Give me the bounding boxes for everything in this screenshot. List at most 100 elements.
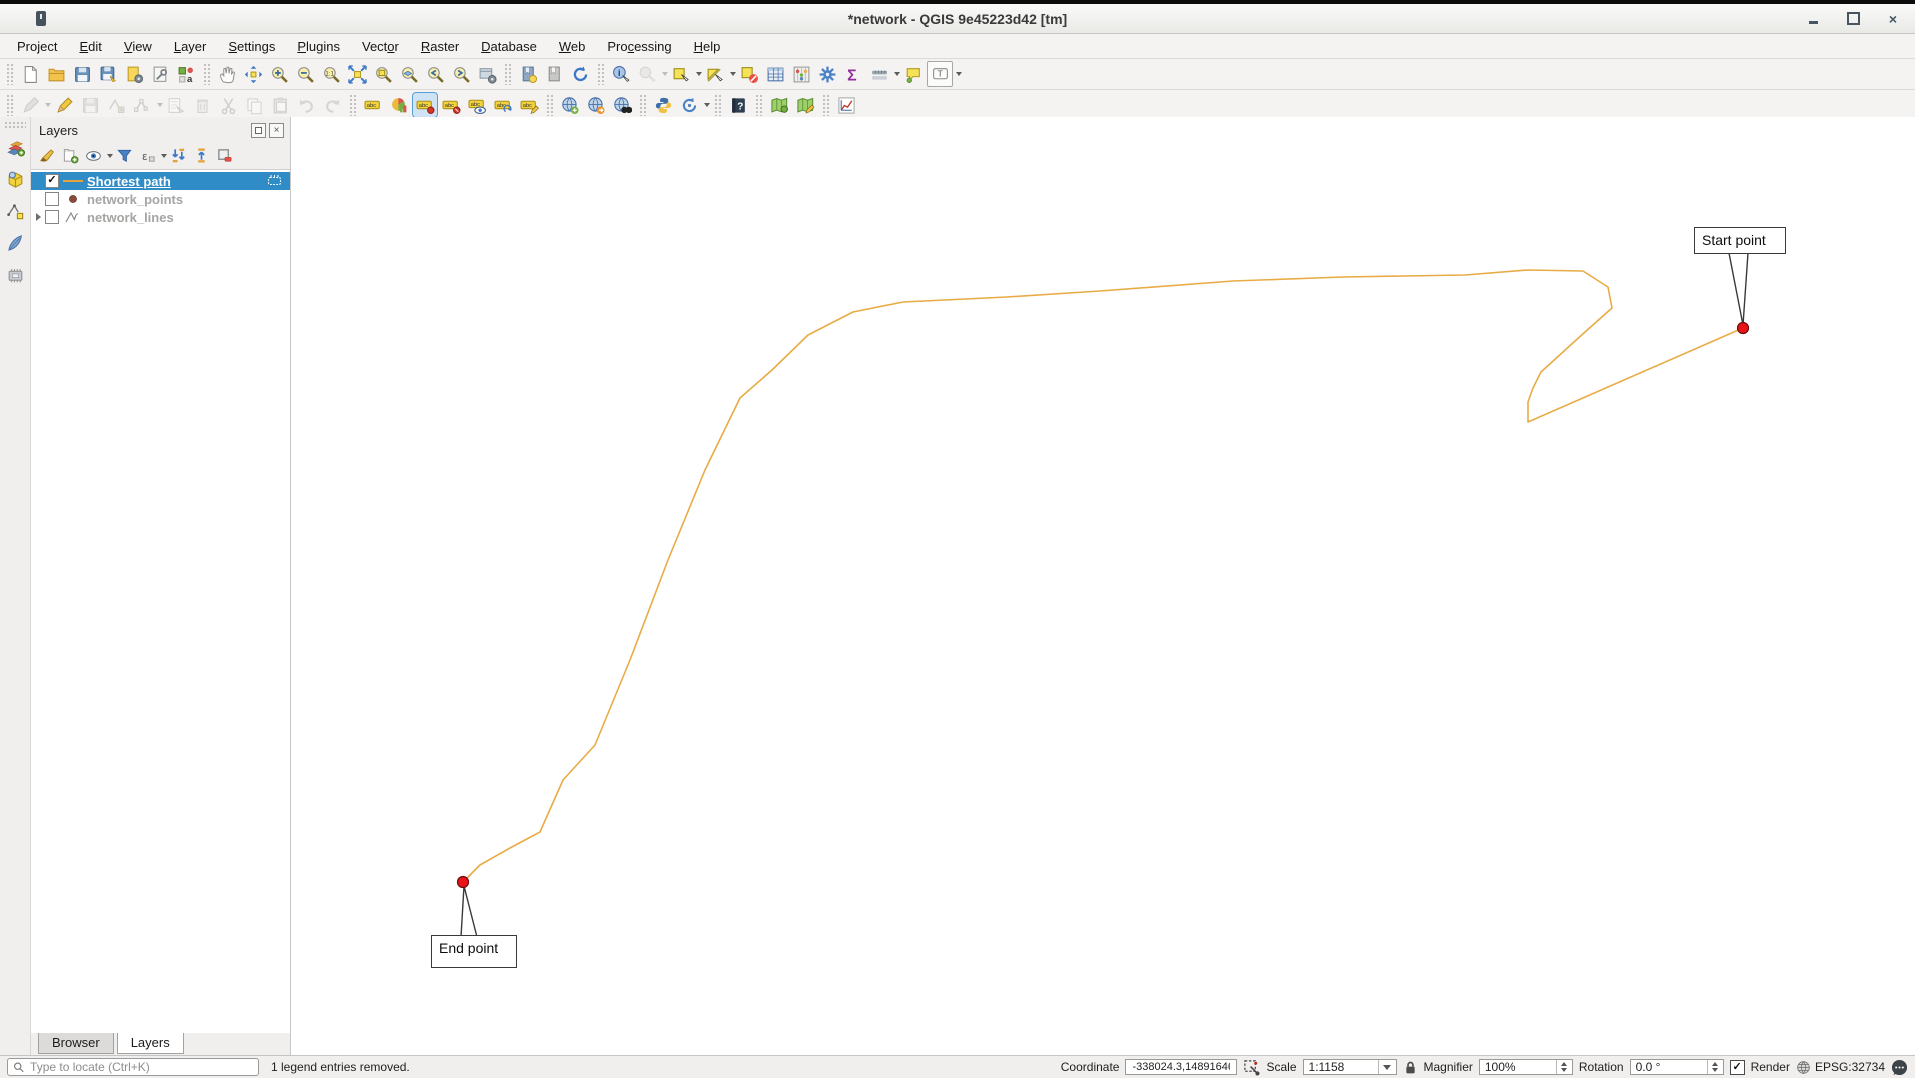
scale-dropdown-arrow[interactable] xyxy=(1378,1060,1396,1074)
layer-row-network-lines[interactable]: network_lines xyxy=(31,208,290,226)
plugin-map-edit-button[interactable] xyxy=(793,93,817,117)
open-layer-styling-button[interactable] xyxy=(36,144,59,167)
select-features-button[interactable] xyxy=(669,62,693,86)
vertex-tool-button[interactable] xyxy=(130,93,154,117)
select-by-expression-button-dropdown[interactable] xyxy=(730,72,736,76)
locate-input[interactable] xyxy=(28,1059,253,1075)
crs-text[interactable]: EPSG:32734 xyxy=(1815,1060,1885,1074)
new-project-button[interactable] xyxy=(18,62,42,86)
metasearch-button[interactable] xyxy=(610,93,634,117)
minimize-button[interactable] xyxy=(1805,11,1821,27)
run-feature-action-button-dropdown[interactable] xyxy=(662,72,668,76)
coordinate-box[interactable] xyxy=(1125,1059,1237,1075)
lock-icon[interactable] xyxy=(1403,1060,1418,1075)
render-checkbox[interactable]: ✓ xyxy=(1730,1060,1745,1075)
modify-attributes-button[interactable] xyxy=(164,93,188,117)
layer-visibility-checkbox[interactable] xyxy=(45,210,59,224)
manage-map-themes-button[interactable] xyxy=(82,144,105,167)
pin-labels-button[interactable]: abc xyxy=(413,93,437,117)
collapse-all-button[interactable] xyxy=(190,144,213,167)
menu-plugins[interactable]: Plugins xyxy=(286,36,351,57)
highlight-pinned-labels-button[interactable]: abc xyxy=(439,93,463,117)
options-button[interactable] xyxy=(815,62,839,86)
cut-features-button[interactable] xyxy=(216,93,240,117)
measure-button-dropdown[interactable] xyxy=(894,72,900,76)
identify-features-button[interactable]: i xyxy=(609,62,633,86)
menu-edit[interactable]: Edit xyxy=(68,36,112,57)
panel-tab-layers[interactable]: Layers xyxy=(117,1033,184,1054)
close-button[interactable]: × xyxy=(1885,11,1901,27)
new-temporary-scratch-layer-button[interactable] xyxy=(3,231,27,255)
layer-visibility-checkbox[interactable]: ✓ xyxy=(45,174,59,188)
remove-layer-button[interactable] xyxy=(213,144,236,167)
text-annotation-button[interactable]: T xyxy=(927,61,953,87)
add-geopackage-layer-button[interactable] xyxy=(3,167,27,191)
magnifier-spin-arrows[interactable] xyxy=(1556,1060,1572,1074)
select-features-button-dropdown[interactable] xyxy=(696,72,702,76)
expand-all-button[interactable] xyxy=(167,144,190,167)
layout-manager-button[interactable] xyxy=(122,62,146,86)
field-calculator-button[interactable] xyxy=(789,62,813,86)
new-bookmark-button[interactable] xyxy=(516,62,540,86)
menu-layer[interactable]: Layer xyxy=(163,36,218,57)
digitize-with-segment-button[interactable] xyxy=(104,93,128,117)
add-wms-service-button[interactable] xyxy=(584,93,608,117)
text-annotation-button-dropdown[interactable] xyxy=(956,72,962,76)
panel-tab-browser[interactable]: Browser xyxy=(38,1033,114,1054)
current-edits-button[interactable] xyxy=(18,93,42,117)
attribute-table-button[interactable] xyxy=(763,62,787,86)
redo-button[interactable] xyxy=(320,93,344,117)
zoom-to-selection-button[interactable] xyxy=(371,62,395,86)
profile-tool-button[interactable] xyxy=(834,93,858,117)
zoom-out-button[interactable] xyxy=(293,62,317,86)
rotation-spinbox[interactable]: 0.0 ° xyxy=(1630,1059,1724,1075)
data-source-manager-button[interactable] xyxy=(3,135,27,159)
processing-history-button-dropdown[interactable] xyxy=(704,103,710,107)
plugin-map-tool-button[interactable] xyxy=(767,93,791,117)
rotation-spin-arrows[interactable] xyxy=(1707,1060,1723,1074)
undo-button[interactable] xyxy=(294,93,318,117)
deselect-all-button[interactable] xyxy=(737,62,761,86)
menu-help[interactable]: Help xyxy=(683,36,732,57)
pan-map-button[interactable] xyxy=(215,62,239,86)
menu-raster[interactable]: Raster xyxy=(410,36,470,57)
menu-processing[interactable]: Processing xyxy=(596,36,682,57)
zoom-native-button[interactable]: 1:1 xyxy=(319,62,343,86)
menu-project[interactable]: Project xyxy=(6,36,68,57)
coordinate-input[interactable] xyxy=(1130,1060,1232,1074)
zoom-last-button[interactable] xyxy=(423,62,447,86)
select-by-expression-button[interactable] xyxy=(703,62,727,86)
map-tips-button[interactable] xyxy=(901,62,925,86)
layer-row-shortest-path[interactable]: ✓Shortest path xyxy=(31,172,290,190)
project-properties-button[interactable] xyxy=(148,62,172,86)
add-group-button[interactable] xyxy=(59,144,82,167)
messages-icon[interactable] xyxy=(1891,1059,1908,1076)
filter-by-expression-button[interactable]: ε xyxy=(136,144,159,167)
menu-database[interactable]: Database xyxy=(470,36,548,57)
open-project-button[interactable] xyxy=(44,62,68,86)
menu-vector[interactable]: Vector xyxy=(351,36,410,57)
maximize-button[interactable] xyxy=(1845,11,1861,27)
zoom-in-button[interactable] xyxy=(267,62,291,86)
style-manager-button[interactable]: a xyxy=(174,62,198,86)
close-panel-button[interactable]: × xyxy=(269,123,284,138)
filter-legend-button[interactable] xyxy=(113,144,136,167)
locate-search[interactable] xyxy=(7,1058,259,1076)
save-layer-edits-button[interactable] xyxy=(78,93,102,117)
label-visibility-button[interactable]: abc xyxy=(465,93,489,117)
help-contents-button[interactable]: ? xyxy=(726,93,750,117)
current-edits-button-dropdown[interactable] xyxy=(45,103,51,107)
save-project-as-button[interactable] xyxy=(96,62,120,86)
expand-arrow-icon[interactable] xyxy=(31,213,45,221)
scale-combo[interactable]: 1:1158 xyxy=(1303,1059,1397,1075)
geonode-button[interactable] xyxy=(558,93,582,117)
show-bookmarks-button[interactable] xyxy=(542,62,566,86)
measure-button[interactable] xyxy=(867,62,891,86)
toggle-editing-button[interactable] xyxy=(52,93,76,117)
menu-view[interactable]: View xyxy=(113,36,163,57)
pan-to-selection-button[interactable] xyxy=(241,62,265,86)
new-shapefile-layer-button[interactable] xyxy=(3,199,27,223)
move-rotate-label-button[interactable]: abc xyxy=(491,93,515,117)
zoom-to-layer-button[interactable] xyxy=(397,62,421,86)
new-map-view-button[interactable] xyxy=(475,62,499,86)
